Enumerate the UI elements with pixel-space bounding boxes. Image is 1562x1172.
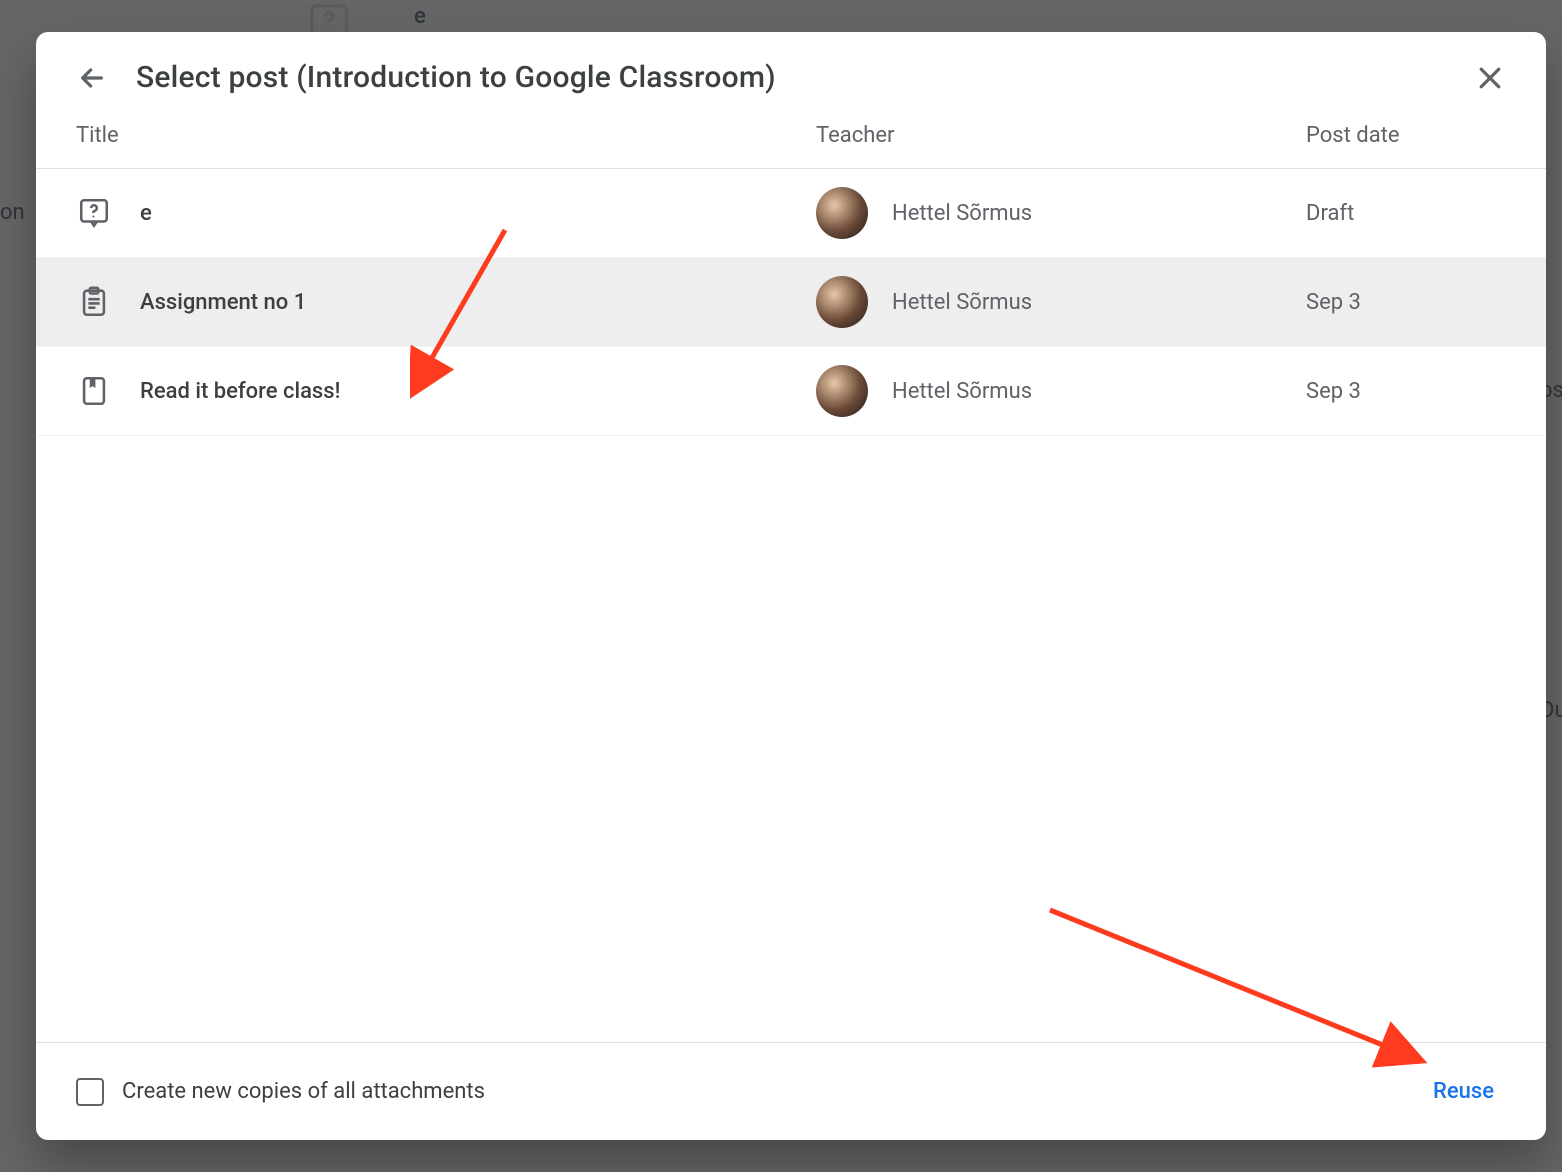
- cell-postdate: Sep 3: [1306, 379, 1506, 404]
- dialog-footer: Create new copies of all attachments Reu…: [36, 1042, 1546, 1140]
- dialog-title: Select post (Introduction to Google Clas…: [136, 60, 1446, 95]
- cell-title: Read it before class!: [76, 373, 816, 409]
- avatar: [816, 187, 868, 239]
- checkbox-box: [76, 1078, 104, 1106]
- cell-teacher: Hettel Sõrmus: [816, 365, 1306, 417]
- table-row[interactable]: Read it before class! Hettel Sõrmus Sep …: [36, 347, 1546, 436]
- assignment-icon: [76, 284, 112, 320]
- avatar: [816, 276, 868, 328]
- teacher-name: Hettel Sõrmus: [892, 201, 1032, 226]
- question-icon: [76, 195, 112, 231]
- cell-teacher: Hettel Sõrmus: [816, 276, 1306, 328]
- table-row[interactable]: e Hettel Sõrmus Draft: [36, 169, 1546, 258]
- teacher-name: Hettel Sõrmus: [892, 290, 1032, 315]
- close-icon: [1475, 63, 1505, 93]
- posts-table: Title Teacher Post date e Hettel S: [36, 123, 1546, 1042]
- material-icon: [76, 373, 112, 409]
- col-teacher: Teacher: [816, 123, 1306, 148]
- reuse-button[interactable]: Reuse: [1421, 1071, 1506, 1112]
- col-title: Title: [76, 123, 816, 148]
- table-header: Title Teacher Post date: [36, 123, 1546, 169]
- close-button[interactable]: [1474, 62, 1506, 94]
- arrow-left-icon: [76, 62, 108, 94]
- avatar: [816, 365, 868, 417]
- cell-postdate: Draft: [1306, 201, 1506, 226]
- cell-title: Assignment no 1: [76, 284, 816, 320]
- cell-title: e: [76, 195, 816, 231]
- back-button[interactable]: [76, 62, 108, 94]
- col-postdate: Post date: [1306, 123, 1506, 148]
- checkbox-label: Create new copies of all attachments: [122, 1079, 485, 1104]
- row-title: Read it before class!: [140, 379, 340, 404]
- teacher-name: Hettel Sõrmus: [892, 379, 1032, 404]
- row-title: Assignment no 1: [140, 290, 306, 315]
- table-row[interactable]: Assignment no 1 Hettel Sõrmus Sep 3: [36, 258, 1546, 347]
- dialog-header: Select post (Introduction to Google Clas…: [36, 32, 1546, 123]
- cell-postdate: Sep 3: [1306, 290, 1506, 315]
- row-title: e: [140, 201, 152, 226]
- cell-teacher: Hettel Sõrmus: [816, 187, 1306, 239]
- copy-attachments-checkbox[interactable]: Create new copies of all attachments: [76, 1078, 485, 1106]
- select-post-dialog: Select post (Introduction to Google Clas…: [36, 32, 1546, 1140]
